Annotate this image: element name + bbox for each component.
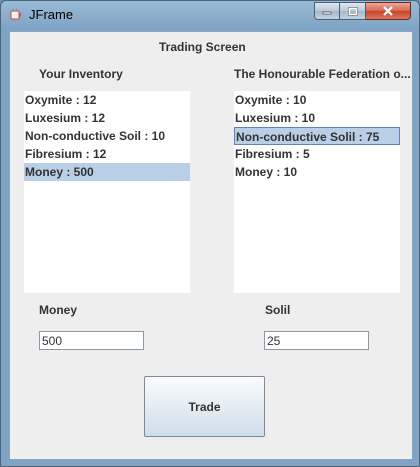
federation-list[interactable]: Oxymite : 10 Luxesium : 10 Non-conductiv… — [234, 91, 400, 293]
close-icon — [383, 6, 393, 16]
minimize-icon — [322, 11, 332, 15]
list-item-selected[interactable]: Money : 500 — [24, 163, 190, 181]
list-item[interactable]: Luxesium : 10 — [234, 109, 400, 127]
window-title: JFrame — [29, 7, 74, 22]
title-bar[interactable]: JFrame — [1, 1, 419, 29]
java-cup-icon — [10, 8, 21, 20]
screen-title: Trading Screen — [159, 40, 246, 54]
list-item-selected[interactable]: Non-conductive Solil : 75 — [234, 127, 400, 145]
maximize-button[interactable] — [340, 2, 366, 20]
content-pane: Trading Screen Your Inventory The Honour… — [9, 31, 413, 460]
list-item[interactable]: Oxymite : 12 — [24, 91, 190, 109]
money-input[interactable] — [39, 331, 144, 350]
trade-button[interactable]: Trade — [144, 376, 265, 437]
list-item[interactable]: Fibresium : 12 — [24, 145, 190, 163]
solil-input[interactable] — [264, 331, 369, 350]
list-item[interactable]: Luxesium : 12 — [24, 109, 190, 127]
list-item[interactable]: Oxymite : 10 — [234, 91, 400, 109]
app-window: JFrame Trading Screen Your Inventory The… — [0, 0, 420, 467]
left-panel-heading: Your Inventory — [39, 67, 123, 81]
list-item[interactable]: Fibresium : 5 — [234, 145, 400, 163]
money-label: Money — [39, 303, 78, 317]
inventory-list[interactable]: Oxymite : 12 Luxesium : 12 Non-conductiv… — [24, 91, 190, 293]
minimize-button[interactable] — [314, 2, 340, 20]
list-item[interactable]: Money : 10 — [234, 163, 400, 181]
list-item[interactable]: Non-conductive Soil : 10 — [24, 127, 190, 145]
close-button[interactable] — [366, 2, 411, 20]
right-panel-heading: The Honourable Federation o... — [234, 67, 411, 81]
maximize-icon — [347, 6, 358, 16]
solil-label: Solil — [265, 303, 291, 317]
